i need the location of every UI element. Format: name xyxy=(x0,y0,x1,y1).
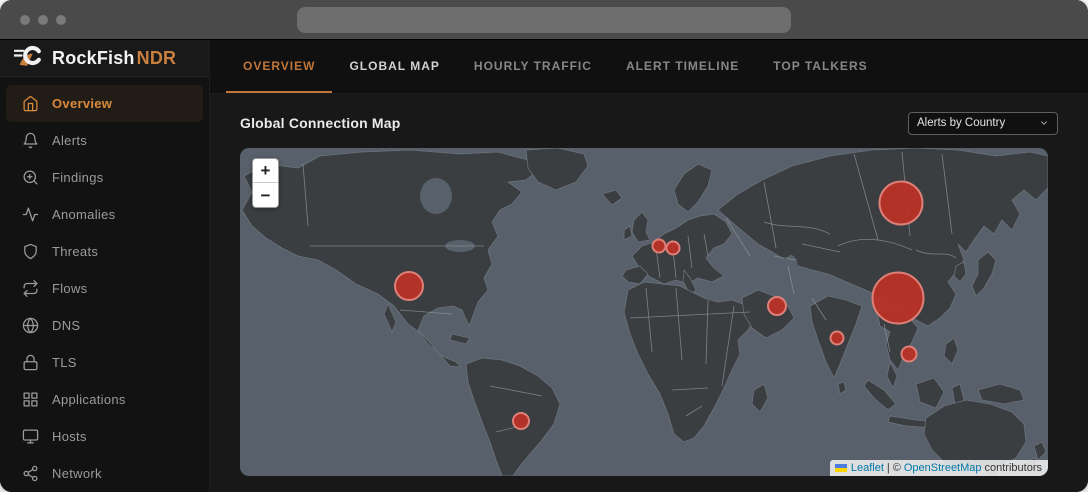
sidebar-item-dns[interactable]: DNS xyxy=(6,307,203,344)
url-bar[interactable] xyxy=(297,7,791,33)
land-layer xyxy=(241,148,1048,476)
sidebar-item-label: Anomalies xyxy=(52,207,116,222)
network-icon xyxy=(22,465,39,482)
attribution-suffix: contributors xyxy=(984,462,1042,474)
tab-bar: OVERVIEW GLOBAL MAP HOURLY TRAFFIC ALERT TI… xyxy=(210,40,1088,94)
sidebar-item-tls[interactable]: TLS xyxy=(6,344,203,381)
sidebar-item-label: Overview xyxy=(52,96,113,111)
window-controls xyxy=(20,14,66,25)
globe-icon xyxy=(22,317,39,334)
tab-hourly-traffic[interactable]: HOURLY TRAFFIC xyxy=(457,40,609,93)
alert-marker-brazil[interactable] xyxy=(512,412,530,430)
tab-top-talkers[interactable]: TOP TALKERS xyxy=(756,40,884,93)
sidebar-item-applications[interactable]: Applications xyxy=(6,381,203,418)
zoom-out-button[interactable]: − xyxy=(253,183,278,207)
world-map[interactable]: + − Leaflet | © OpenStreetMap contributo… xyxy=(240,148,1048,476)
sidebar-item-flows[interactable]: Flows xyxy=(6,270,203,307)
sidebar-item-anomalies[interactable]: Anomalies xyxy=(6,196,203,233)
sidebar-item-hosts[interactable]: Hosts xyxy=(6,418,203,455)
chevron-down-icon xyxy=(1041,121,1047,125)
sidebar-item-label: Flows xyxy=(52,281,88,296)
sidebar-item-alerts[interactable]: Alerts xyxy=(6,122,203,159)
brand-name: RockFish xyxy=(52,47,135,68)
sidebar-item-findings[interactable]: Findings xyxy=(6,159,203,196)
sidebar-item-label: Network xyxy=(52,466,102,481)
sidebar-item-label: Hosts xyxy=(52,429,87,444)
brand-text: RockFish NDR xyxy=(52,48,176,69)
ukraine-flag-icon xyxy=(834,464,847,472)
page-background: RockFish NDR Overview Alerts Findings Anomal… xyxy=(0,0,1088,492)
sidebar-item-label: Alerts xyxy=(52,133,88,148)
app-body: RockFish NDR Overview Alerts Findings Anomal… xyxy=(0,40,1088,492)
tab-global-map[interactable]: GLOBAL MAP xyxy=(332,40,456,93)
alert-marker-netherlands[interactable] xyxy=(651,238,667,254)
sidebar-item-label: Findings xyxy=(52,170,104,185)
sidebar-item-label: Applications xyxy=(52,392,126,407)
map-attribution: Leaflet | © OpenStreetMap contributors xyxy=(829,460,1048,476)
alert-marker-mongolia[interactable] xyxy=(878,180,924,226)
window-control-dot[interactable] xyxy=(56,14,66,25)
panel-title: Global Connection Map xyxy=(240,115,401,131)
tab-overview[interactable]: OVERVIEW xyxy=(226,40,333,93)
activity-icon xyxy=(22,206,39,223)
attribution-copyright: © xyxy=(892,462,901,474)
sidebar-item-label: DNS xyxy=(52,318,81,333)
shield-icon xyxy=(22,243,39,260)
sidebar-item-label: Threats xyxy=(52,244,99,259)
osm-link[interactable]: OpenStreetMap xyxy=(904,462,982,474)
monitor-icon xyxy=(22,428,39,445)
brand-logo[interactable]: RockFish NDR xyxy=(0,40,209,77)
attribution-divider: | xyxy=(886,462,890,474)
rockfish-logo-icon xyxy=(12,42,44,74)
alert-marker-india[interactable] xyxy=(829,330,845,346)
tab-alert-timeline[interactable]: ALERT TIMELINE xyxy=(609,40,756,93)
alert-marker-vietnam[interactable] xyxy=(900,345,918,363)
home-icon xyxy=(22,95,39,112)
sidebar-nav: Overview Alerts Findings Anomalies Threats Fl… xyxy=(0,77,209,492)
map-zoom-control: + − xyxy=(252,158,279,208)
brand-suffix: NDR xyxy=(136,47,177,68)
window-control-dot[interactable] xyxy=(20,14,30,25)
lock-icon xyxy=(22,354,39,371)
map-mode-select[interactable]: Alerts by Country xyxy=(908,111,1058,135)
alert-marker-united-states[interactable] xyxy=(394,271,424,301)
main-area: OVERVIEW GLOBAL MAP HOURLY TRAFFIC ALERT TI… xyxy=(210,40,1088,492)
browser-chrome xyxy=(0,0,1088,40)
browser-window: RockFish NDR Overview Alerts Findings Anomal… xyxy=(0,0,1088,492)
zoom-in-button[interactable]: + xyxy=(253,159,278,183)
alert-marker-iran[interactable] xyxy=(767,296,787,316)
sidebar-item-overview[interactable]: Overview xyxy=(6,85,203,122)
window-control-dot[interactable] xyxy=(38,14,48,25)
leaflet-link[interactable]: Leaflet xyxy=(851,462,884,474)
alert-marker-germany[interactable] xyxy=(665,240,681,256)
sidebar: RockFish NDR Overview Alerts Findings Anomal… xyxy=(0,40,210,492)
panel-header: Global Connection Map Alerts by Country xyxy=(240,111,1058,135)
repeat-icon xyxy=(22,280,39,297)
sidebar-item-label: TLS xyxy=(52,355,77,370)
content-area: Global Connection Map Alerts by Country … xyxy=(210,94,1088,476)
search-plus-icon xyxy=(22,169,39,186)
grid-icon xyxy=(22,391,39,408)
sidebar-item-threats[interactable]: Threats xyxy=(6,233,203,270)
alert-marker-china[interactable] xyxy=(871,271,925,325)
map-mode-value: Alerts by Country xyxy=(917,117,1006,129)
sidebar-item-network[interactable]: Network xyxy=(6,455,203,492)
bell-icon xyxy=(22,132,39,149)
